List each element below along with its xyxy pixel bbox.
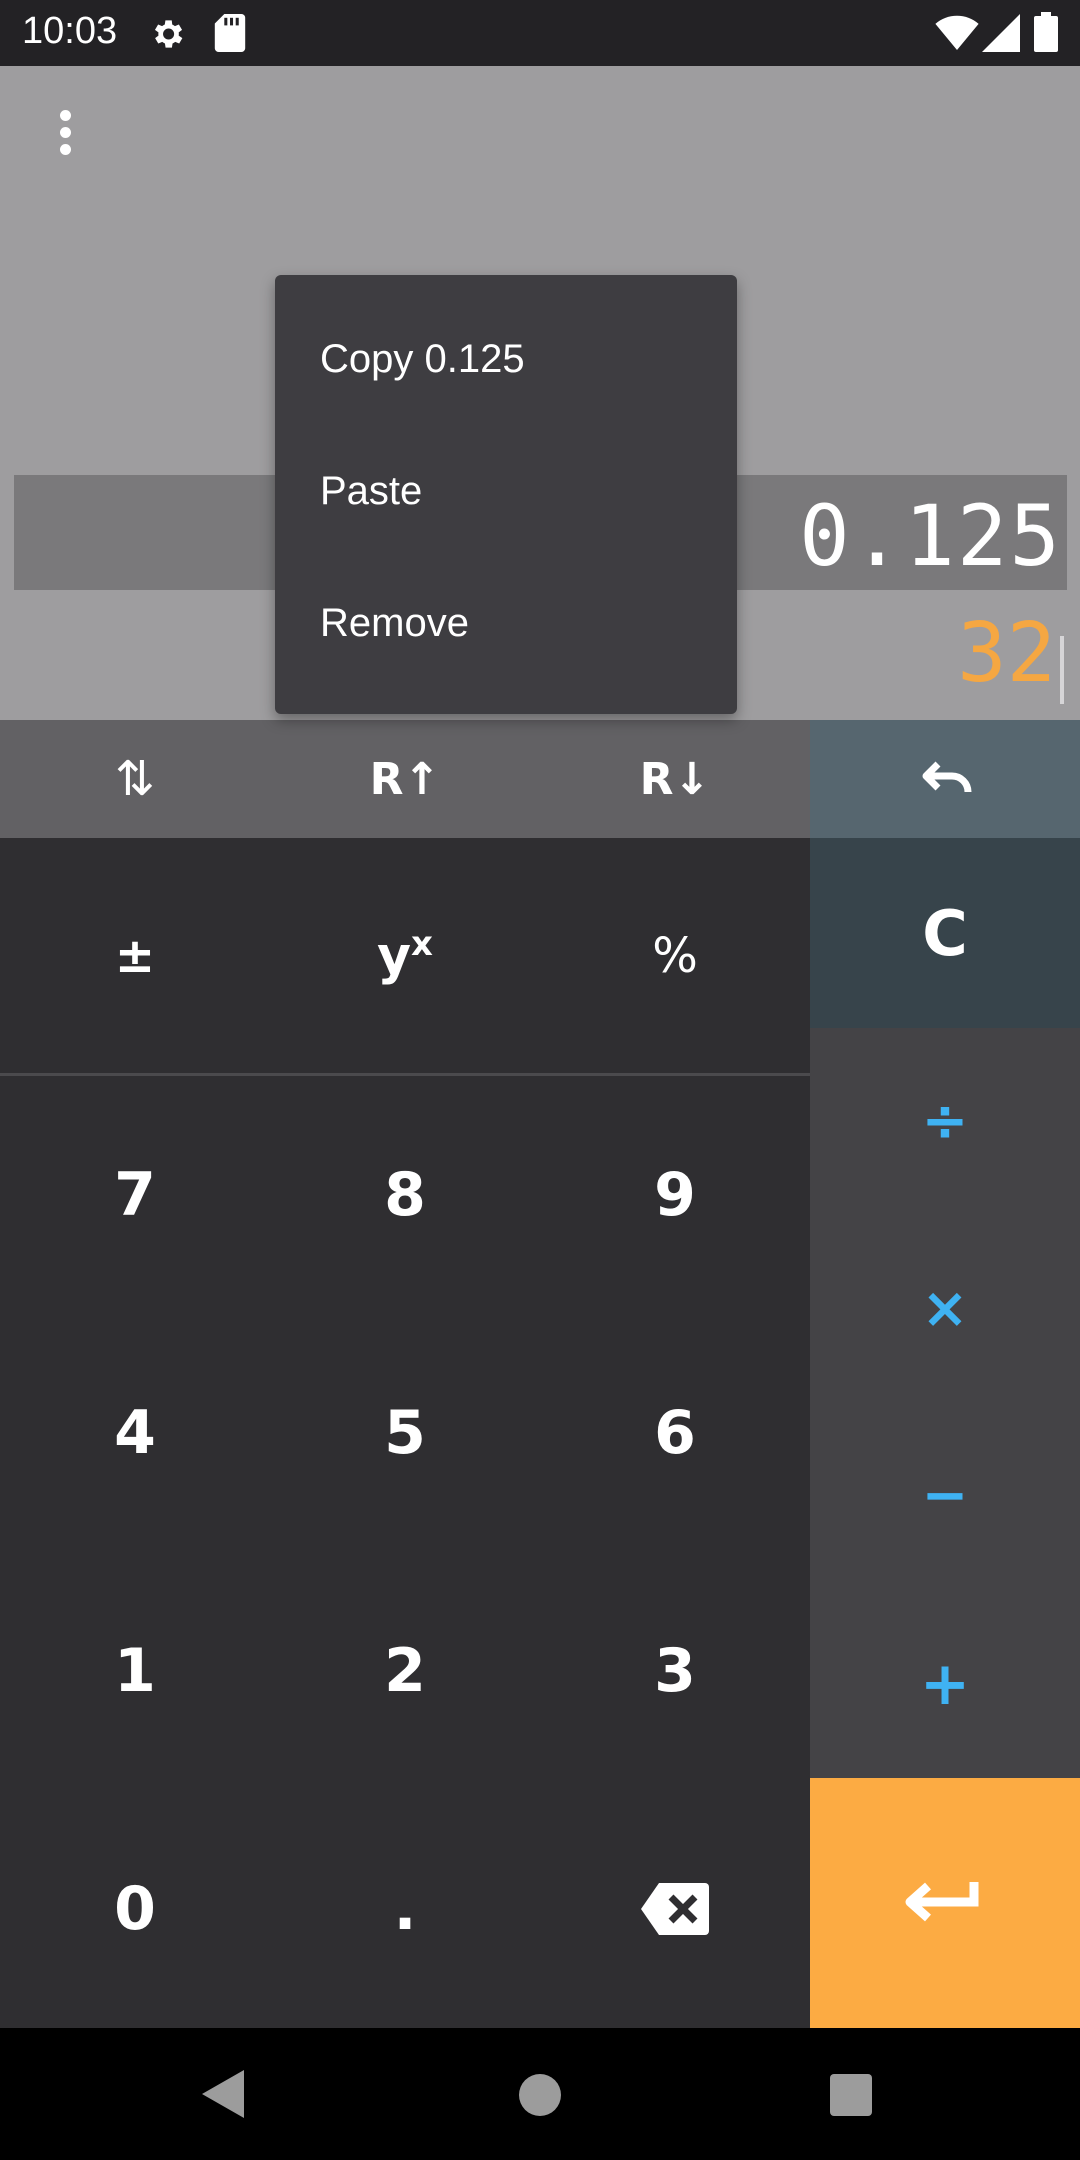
home-icon[interactable]	[519, 2074, 561, 2116]
digit-3-label: 3	[654, 1636, 696, 1706]
status-time: 10:03	[22, 10, 118, 52]
roll-down-label: R↓	[639, 753, 711, 805]
status-bar: 10:03	[0, 0, 1080, 66]
cell-signal-icon	[982, 14, 1020, 52]
enter-icon	[905, 1882, 979, 1922]
digit-8-button[interactable]: 8	[270, 1076, 540, 1314]
digit-7-label: 7	[114, 1160, 156, 1230]
power-exponent: x	[410, 924, 433, 965]
divide-label: ÷	[921, 1089, 969, 1154]
clear-label: C	[922, 896, 968, 970]
roll-up-label: R↑	[369, 753, 441, 805]
digit-6-button[interactable]: 6	[540, 1314, 810, 1552]
roll-up-button[interactable]: R↑	[270, 720, 540, 838]
plus-minus-label: ±	[114, 927, 156, 984]
text-cursor	[1060, 636, 1064, 704]
battery-icon	[1034, 12, 1058, 52]
recents-icon[interactable]	[830, 2074, 872, 2116]
stack-value: 0.125	[799, 487, 1062, 585]
settings-icon	[154, 20, 183, 48]
add-button[interactable]: +	[810, 1589, 1080, 1778]
undo-icon	[922, 761, 972, 793]
menu-item-copy[interactable]: Copy 0.125	[320, 337, 525, 382]
digit-1-button[interactable]: 1	[0, 1552, 270, 1790]
digit-2-label: 2	[384, 1636, 426, 1706]
plus-minus-button[interactable]: ±	[0, 838, 270, 1073]
backspace-button[interactable]	[540, 1790, 810, 2028]
enter-button[interactable]	[810, 1778, 1080, 2028]
digit-0-button[interactable]: 0	[0, 1790, 270, 2028]
divide-button[interactable]: ÷	[810, 1028, 1080, 1215]
swap-button[interactable]: ⇅	[0, 720, 270, 838]
digit-0-label: 0	[114, 1874, 156, 1944]
digit-9-button[interactable]: 9	[540, 1076, 810, 1314]
add-label: +	[919, 1648, 971, 1719]
digit-1-label: 1	[114, 1636, 156, 1706]
digit-3-button[interactable]: 3	[540, 1552, 810, 1790]
subtract-label: −	[921, 1463, 969, 1528]
roll-down-button[interactable]: R↓	[540, 720, 810, 838]
wifi-icon	[935, 15, 979, 50]
power-label: yx	[377, 924, 433, 986]
digit-2-button[interactable]: 2	[270, 1552, 540, 1790]
decimal-button[interactable]: .	[270, 1790, 540, 2028]
backspace-icon	[641, 1883, 709, 1935]
digit-5-button[interactable]: 5	[270, 1314, 540, 1552]
context-menu: Copy 0.125 Paste Remove	[275, 275, 737, 714]
digit-4-button[interactable]: 4	[0, 1314, 270, 1552]
power-button[interactable]: yx	[270, 838, 540, 1073]
digit-9-label: 9	[654, 1160, 696, 1230]
sd-card-icon	[214, 14, 246, 52]
clear-button[interactable]: C	[810, 838, 1080, 1028]
input-value[interactable]: 32	[957, 606, 1056, 701]
digit-7-button[interactable]: 7	[0, 1076, 270, 1314]
back-icon[interactable]	[202, 2070, 244, 2118]
multiply-button[interactable]: ×	[810, 1215, 1080, 1402]
swap-label: ⇅	[114, 751, 156, 807]
percent-button[interactable]: %	[540, 838, 810, 1073]
navigation-bar	[0, 2028, 1080, 2160]
digit-8-label: 8	[384, 1160, 426, 1230]
menu-item-remove[interactable]: Remove	[320, 601, 469, 646]
undo-button[interactable]	[810, 720, 1080, 838]
decimal-label: .	[393, 1874, 417, 1944]
digit-5-label: 5	[384, 1398, 426, 1468]
multiply-label: ×	[921, 1276, 969, 1341]
menu-item-paste[interactable]: Paste	[320, 469, 422, 514]
percent-label: %	[652, 927, 698, 984]
subtract-button[interactable]: −	[810, 1402, 1080, 1589]
digit-6-label: 6	[654, 1398, 696, 1468]
power-base: y	[377, 926, 411, 987]
overflow-menu-icon[interactable]	[50, 108, 80, 158]
digit-4-label: 4	[114, 1398, 156, 1468]
